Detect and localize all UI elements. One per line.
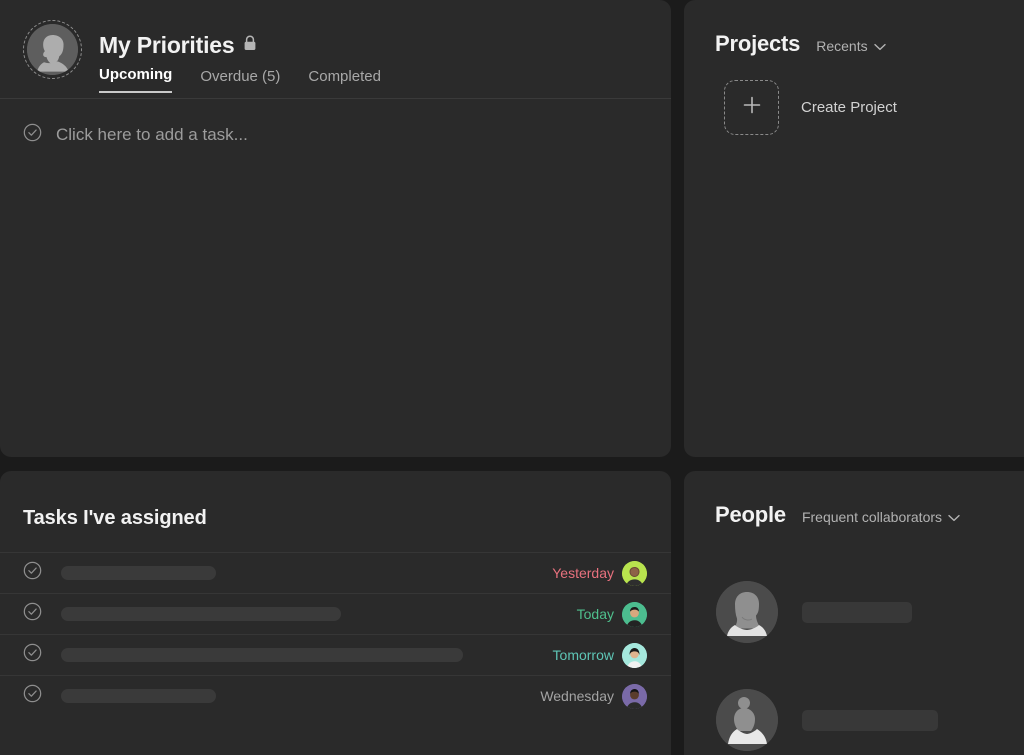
user-avatar-placeholder-icon [27,24,78,75]
check-circle-icon[interactable] [23,684,42,708]
people-filter-dropdown[interactable]: Frequent collaborators [802,509,960,525]
tab-upcoming[interactable]: Upcoming [99,66,173,93]
create-project-label: Create Project [801,99,897,116]
assignee-avatar[interactable] [622,601,647,627]
page-title: My Priorities [99,32,235,58]
projects-panel: Projects Recents Create Project [684,0,1024,457]
due-date-label: Tomorrow [552,647,614,663]
check-circle-icon[interactable] [23,561,42,585]
person-name-skeleton [802,709,938,731]
people-filter-label: Frequent collaborators [801,509,943,525]
task-name-skeleton [61,648,463,662]
person-avatar-placeholder-icon[interactable] [716,581,778,643]
task-row-meta: Tomorrow [552,642,647,668]
my-priorities-panel: My Priorities Upcoming Overdue (5) Compl… [0,0,671,457]
chevron-down-icon [873,38,886,54]
lock-icon [243,35,257,56]
avatar[interactable] [23,20,82,79]
list-item[interactable] [716,666,1024,755]
dashboard-root: My Priorities Upcoming Overdue (5) Compl… [0,0,1024,755]
check-circle-icon[interactable] [23,643,42,667]
my-priorities-header: My Priorities Upcoming Overdue (5) Compl… [0,0,671,99]
chevron-down-icon [948,509,960,525]
assignee-avatar[interactable] [622,560,647,586]
plus-icon [740,93,764,122]
tasks-assigned-panel: Tasks I've assigned Yesterday Today Tomo… [0,471,671,755]
due-date-label: Today [576,606,614,622]
person-name-skeleton [802,601,912,623]
table-row[interactable]: Wednesday [0,675,671,716]
people-header: People Frequent collaborators [684,471,1024,528]
projects-filter-label: Recents [816,38,868,54]
task-row-meta: Today [576,601,647,627]
assignee-avatar[interactable] [622,683,647,709]
add-task-label: Click here to add a task... [56,125,248,144]
task-name-skeleton [61,566,216,580]
check-circle-icon[interactable] [23,602,42,626]
people-title: People [715,502,786,527]
tasks-assigned-title: Tasks I've assigned [23,507,207,529]
person-avatar-placeholder-icon[interactable] [716,689,778,751]
table-row[interactable]: Today [0,593,671,634]
list-item[interactable] [716,558,1024,666]
projects-filter-dropdown[interactable]: Recents [816,38,886,54]
task-name-skeleton [61,607,341,621]
tab-completed[interactable]: Completed [308,68,381,93]
table-row[interactable]: Yesterday [0,552,671,593]
create-project-button[interactable]: Create Project [684,57,1024,135]
tab-overdue[interactable]: Overdue (5) [200,68,280,93]
due-date-label: Yesterday [552,565,614,581]
create-project-tile[interactable] [724,80,779,135]
priorities-tabs: Upcoming Overdue (5) Completed [99,66,381,93]
projects-header: Projects Recents [684,0,1024,57]
task-row-meta: Yesterday [552,560,647,586]
tasks-assigned-list: Yesterday Today Tomorrow Wednesday [0,552,671,716]
page-title-row: My Priorities [99,32,257,59]
due-date-label: Wednesday [540,688,614,704]
table-row[interactable]: Tomorrow [0,634,671,675]
add-task-row[interactable]: Click here to add a task... [0,99,671,147]
assignee-avatar[interactable] [622,642,647,668]
people-list [684,528,1024,755]
task-name-skeleton [61,689,216,703]
check-circle-icon [23,123,42,147]
people-panel: People Frequent collaborators [684,471,1024,755]
projects-title: Projects [715,31,801,56]
task-row-meta: Wednesday [540,683,647,709]
